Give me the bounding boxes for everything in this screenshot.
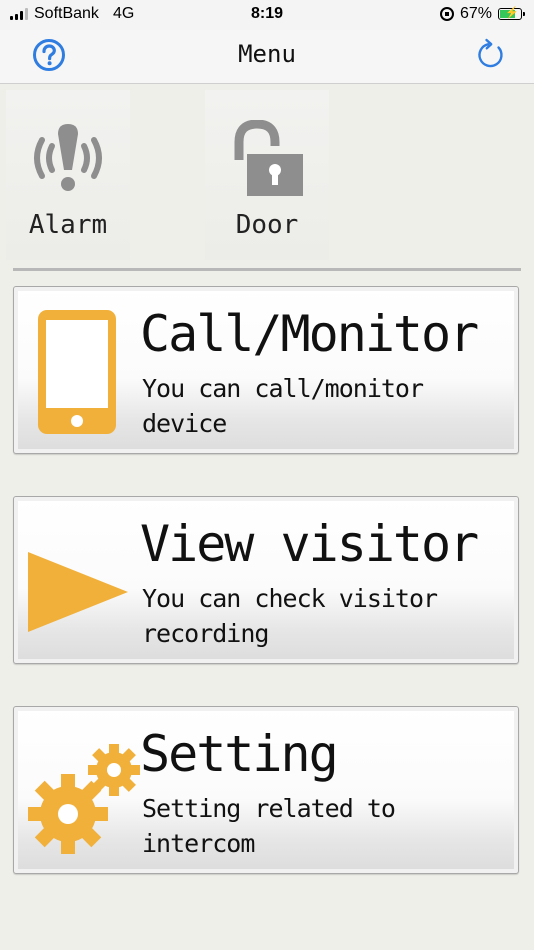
door-label: Door bbox=[235, 210, 299, 240]
gears-icon bbox=[28, 744, 140, 854]
status-right: 67% ⚡ bbox=[439, 5, 525, 23]
view-visitor-title: View visitor bbox=[140, 515, 479, 573]
phone-icon bbox=[38, 310, 116, 434]
play-icon bbox=[28, 552, 128, 632]
alarm-label: Alarm bbox=[28, 210, 108, 240]
rotation-lock-icon bbox=[439, 7, 454, 21]
battery-icon: ⚡ bbox=[498, 7, 525, 20]
call-monitor-button[interactable]: Call/Monitor You can call/monitor device bbox=[13, 286, 519, 454]
alarm-tile[interactable]: Alarm bbox=[6, 90, 130, 260]
divider bbox=[13, 268, 521, 271]
status-bar: SoftBank 4G 8:19 67% ⚡ bbox=[0, 0, 534, 30]
view-visitor-button[interactable]: View visitor You can check visitor recor… bbox=[13, 496, 519, 664]
setting-title: Setting bbox=[140, 725, 339, 783]
battery-percent: 67% bbox=[459, 5, 492, 22]
call-monitor-description: You can call/monitor device bbox=[142, 374, 424, 438]
setting-description: Setting related to intercom bbox=[142, 794, 396, 858]
alarm-icon bbox=[34, 124, 102, 191]
refresh-button[interactable] bbox=[474, 38, 508, 72]
nav-bar: Menu bbox=[0, 30, 534, 84]
call-monitor-title: Call/Monitor bbox=[140, 305, 479, 363]
unlock-icon bbox=[234, 120, 303, 196]
setting-button[interactable]: Setting Setting related to intercom bbox=[13, 706, 519, 874]
refresh-icon bbox=[478, 38, 503, 68]
view-visitor-description: You can check visitor recording bbox=[142, 584, 438, 648]
charging-bolt-icon: ⚡ bbox=[505, 7, 519, 19]
page-title: Menu bbox=[238, 40, 296, 68]
door-tile[interactable]: Door bbox=[205, 90, 329, 260]
